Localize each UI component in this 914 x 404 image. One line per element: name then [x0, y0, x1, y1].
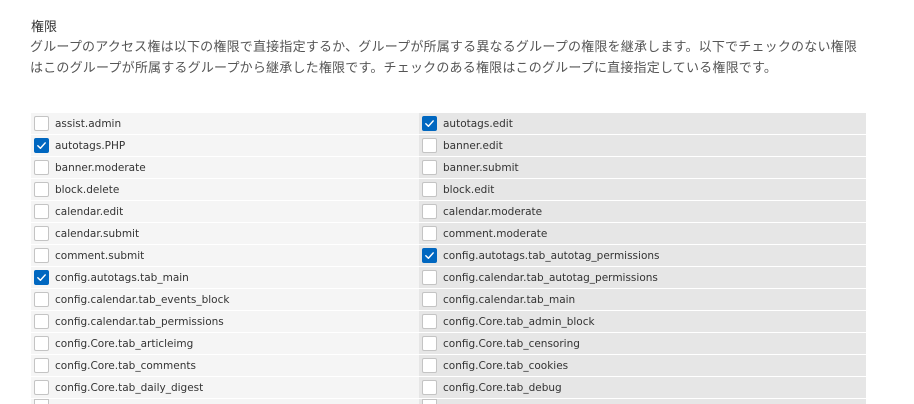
permission-checkbox[interactable]	[34, 204, 49, 219]
permission-label[interactable]: config.calendar.tab_main	[443, 294, 575, 306]
permission-row: config.calendar.tab_permissions	[31, 311, 419, 333]
partial-checkbox[interactable]	[422, 399, 437, 404]
permission-label[interactable]: calendar.moderate	[443, 206, 542, 218]
permission-checkbox[interactable]	[34, 138, 49, 153]
checkmark-icon	[424, 250, 435, 261]
permission-row: calendar.submit	[31, 223, 419, 245]
permission-checkbox[interactable]	[34, 270, 49, 285]
permission-checkbox[interactable]	[34, 336, 49, 351]
permission-row: calendar.edit	[31, 201, 419, 223]
permission-row: config.Core.tab_admin_block	[419, 311, 866, 333]
permissions-grid: assist.admin autotags.edit autotags.PHP ban…	[31, 113, 866, 399]
permission-label[interactable]: banner.edit	[443, 140, 503, 152]
permission-row: calendar.moderate	[419, 201, 866, 223]
partial-cell-right	[419, 399, 866, 404]
permission-checkbox[interactable]	[34, 314, 49, 329]
permission-checkbox[interactable]	[422, 314, 437, 329]
permission-checkbox[interactable]	[422, 116, 437, 131]
permission-checkbox[interactable]	[422, 358, 437, 373]
permission-label[interactable]: comment.moderate	[443, 228, 547, 240]
permission-row: banner.submit	[419, 157, 866, 179]
checkmark-icon	[424, 118, 435, 129]
permission-row: config.Core.tab_censoring	[419, 333, 866, 355]
permission-label[interactable]: banner.moderate	[55, 162, 146, 174]
permission-label[interactable]: assist.admin	[55, 118, 121, 130]
permission-label[interactable]: config.Core.tab_admin_block	[443, 316, 595, 328]
permission-label[interactable]: config.Core.tab_comments	[55, 360, 196, 372]
checkmark-icon	[36, 140, 47, 151]
permission-row: autotags.PHP	[31, 135, 419, 157]
permission-label[interactable]: config.calendar.tab_events_block	[55, 294, 229, 306]
permission-label[interactable]: calendar.submit	[55, 228, 139, 240]
permission-row: config.Core.tab_articleimg	[31, 333, 419, 355]
permission-label[interactable]: block.delete	[55, 184, 119, 196]
permission-row: config.autotags.tab_main	[31, 267, 419, 289]
permission-row: comment.moderate	[419, 223, 866, 245]
permission-checkbox[interactable]	[34, 358, 49, 373]
permission-row: comment.submit	[31, 245, 419, 267]
permission-label[interactable]: block.edit	[443, 184, 494, 196]
permission-checkbox[interactable]	[422, 292, 437, 307]
permission-row: config.calendar.tab_events_block	[31, 289, 419, 311]
permission-label[interactable]: autotags.PHP	[55, 140, 125, 152]
checkmark-icon	[36, 272, 47, 283]
permission-checkbox[interactable]	[422, 336, 437, 351]
permission-checkbox[interactable]	[34, 182, 49, 197]
permission-label[interactable]: config.Core.tab_articleimg	[55, 338, 193, 350]
permission-checkbox[interactable]	[34, 248, 49, 263]
permission-row: banner.moderate	[31, 157, 419, 179]
permission-label[interactable]: banner.submit	[443, 162, 519, 174]
permission-label[interactable]: config.Core.tab_cookies	[443, 360, 568, 372]
permission-row: config.calendar.tab_autotag_permissions	[419, 267, 866, 289]
partial-cell-left	[31, 399, 419, 404]
permission-label[interactable]: calendar.edit	[55, 206, 123, 218]
permission-row: config.Core.tab_debug	[419, 377, 866, 399]
permission-checkbox[interactable]	[422, 160, 437, 175]
permission-row: config.Core.tab_comments	[31, 355, 419, 377]
permission-checkbox[interactable]	[34, 380, 49, 395]
permission-label[interactable]: config.Core.tab_debug	[443, 382, 562, 394]
permission-row: config.autotags.tab_autotag_permissions	[419, 245, 866, 267]
permission-checkbox[interactable]	[34, 292, 49, 307]
permission-row: autotags.edit	[419, 113, 866, 135]
permission-checkbox[interactable]	[422, 226, 437, 241]
permission-label[interactable]: config.autotags.tab_autotag_permissions	[443, 250, 660, 262]
permission-checkbox[interactable]	[34, 226, 49, 241]
permission-label[interactable]: config.calendar.tab_permissions	[55, 316, 224, 328]
section-title: 権限	[31, 20, 58, 35]
permission-row: banner.edit	[419, 135, 866, 157]
permission-checkbox[interactable]	[422, 248, 437, 263]
permission-checkbox[interactable]	[34, 116, 49, 131]
permission-label[interactable]: config.Core.tab_censoring	[443, 338, 580, 350]
permission-checkbox[interactable]	[422, 270, 437, 285]
permission-checkbox[interactable]	[422, 380, 437, 395]
permission-checkbox[interactable]	[422, 204, 437, 219]
permission-checkbox[interactable]	[422, 138, 437, 153]
permission-label[interactable]: config.autotags.tab_main	[55, 272, 189, 284]
permission-label[interactable]: autotags.edit	[443, 118, 513, 130]
permission-checkbox[interactable]	[422, 182, 437, 197]
permission-row: block.delete	[31, 179, 419, 201]
permission-checkbox[interactable]	[34, 160, 49, 175]
permission-row: block.edit	[419, 179, 866, 201]
permission-row: config.Core.tab_daily_digest	[31, 377, 419, 399]
section-description: グループのアクセス権は以下の権限で直接指定するか、グループが所属する異なるグルー…	[30, 40, 858, 76]
permissions-row-partial	[31, 399, 866, 404]
partial-checkbox[interactable]	[34, 399, 49, 404]
permission-row: assist.admin	[31, 113, 419, 135]
permission-row: config.Core.tab_cookies	[419, 355, 866, 377]
permission-label[interactable]: comment.submit	[55, 250, 144, 262]
permission-label[interactable]: config.Core.tab_daily_digest	[55, 382, 203, 394]
permission-label[interactable]: config.calendar.tab_autotag_permissions	[443, 272, 658, 284]
permission-row: config.calendar.tab_main	[419, 289, 866, 311]
